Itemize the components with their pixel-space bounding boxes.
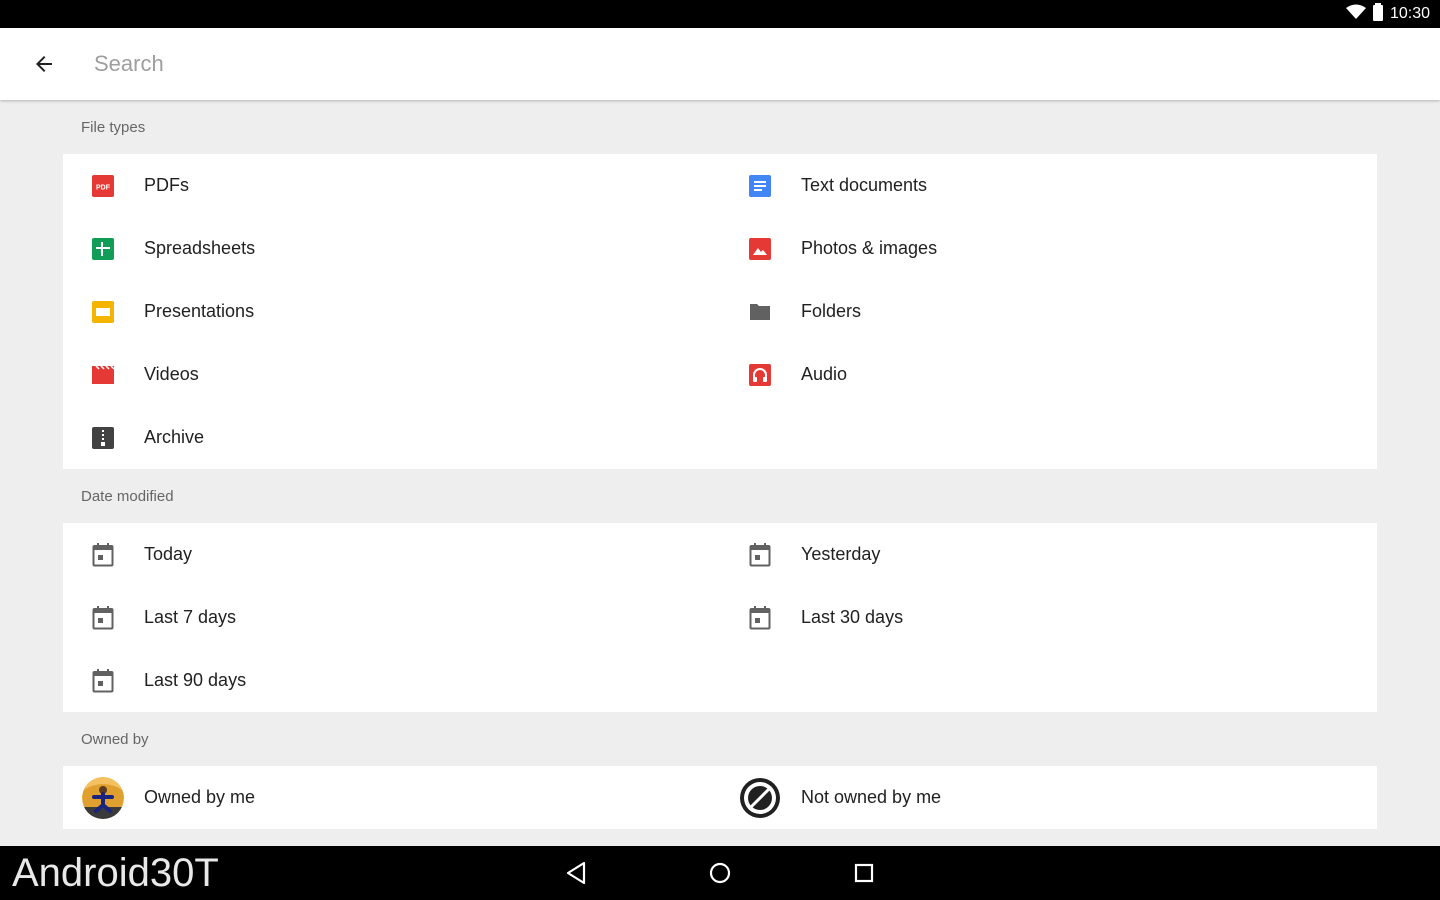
item-label: Photos & images	[801, 238, 938, 258]
watermark: Android30T	[12, 850, 219, 895]
item-label: Presentations	[144, 301, 255, 321]
item-label: Last 7 days	[144, 607, 237, 627]
date-modified-card: Today Yesterday Last 7 days Last 30 days…	[63, 523, 1377, 712]
nav-home-button[interactable]	[705, 858, 735, 888]
back-nav-icon	[566, 861, 586, 885]
item-label: Not owned by me	[801, 787, 942, 807]
recents-nav-icon	[854, 863, 874, 883]
battery-icon	[1372, 2, 1384, 26]
filter-videos[interactable]: Videos	[63, 343, 703, 406]
item-label: Last 90 days	[144, 670, 247, 690]
calendar-icon	[748, 605, 772, 630]
owned-by-card: Owned by me Not owned by me	[63, 766, 1377, 829]
sheet-icon	[91, 237, 115, 261]
item-label: Spreadsheets	[144, 238, 256, 258]
item-label: Archive	[144, 427, 205, 447]
calendar-icon	[91, 605, 115, 630]
item-label: Yesterday	[801, 544, 881, 564]
back-button[interactable]	[24, 44, 64, 84]
navigation-bar: Android30T	[0, 846, 1440, 900]
arrow-back-icon	[36, 56, 52, 72]
section-title-date-modified: Date modified	[81, 488, 174, 505]
video-icon	[91, 363, 115, 387]
section-title-owned-by: Owned by	[81, 731, 149, 748]
search-input[interactable]	[94, 46, 1394, 82]
filter-yesterday[interactable]: Yesterday	[720, 523, 1360, 586]
search-bar	[0, 28, 1440, 100]
filter-last-7-days[interactable]: Last 7 days	[63, 586, 703, 649]
filter-archive[interactable]: Archive	[63, 406, 703, 469]
section-title-file-types: File types	[81, 119, 146, 136]
filter-audio[interactable]: Audio	[720, 343, 1360, 406]
item-label: Owned by me	[144, 787, 256, 807]
filter-pdfs[interactable]: PDF PDFs	[63, 154, 703, 217]
svg-text:PDF: PDF	[96, 184, 111, 191]
calendar-icon	[748, 542, 772, 567]
filter-today[interactable]: Today	[63, 523, 703, 586]
home-nav-icon	[709, 862, 731, 884]
calendar-icon	[91, 542, 115, 567]
filter-folders[interactable]: Folders	[720, 280, 1360, 343]
filter-presentations[interactable]: Presentations	[63, 280, 703, 343]
pdf-icon: PDF	[91, 174, 115, 198]
filter-last-30-days[interactable]: Last 30 days	[720, 586, 1360, 649]
item-label: Audio	[801, 364, 848, 384]
nav-recents-button[interactable]	[849, 858, 879, 888]
item-label: PDFs	[144, 175, 189, 195]
nav-back-button[interactable]	[561, 858, 591, 888]
archive-icon	[91, 426, 115, 450]
status-icons: 10:30	[1345, 0, 1430, 28]
filter-text-documents[interactable]: Text documents	[720, 154, 1360, 217]
audio-icon	[748, 363, 772, 387]
status-time: 10:30	[1389, 5, 1430, 22]
filter-spreadsheets[interactable]: Spreadsheets	[63, 217, 703, 280]
folder-icon	[748, 300, 772, 324]
calendar-icon	[91, 668, 115, 693]
file-types-card: PDF PDFs Text documents Spreadsheets Pho…	[63, 154, 1377, 469]
slides-icon	[91, 300, 115, 324]
not-owned-avatar-icon	[739, 777, 781, 819]
wifi-icon	[1345, 4, 1366, 25]
status-bar: 10:30	[0, 0, 1440, 28]
item-label: Videos	[144, 364, 199, 384]
filter-photos-images[interactable]: Photos & images	[720, 217, 1360, 280]
user-avatar-icon	[82, 776, 124, 819]
item-label: Last 30 days	[801, 607, 904, 627]
filter-last-90-days[interactable]: Last 90 days	[63, 649, 703, 712]
image-icon	[748, 237, 772, 261]
filter-owned-by-me[interactable]: Owned by me	[63, 766, 703, 829]
item-label: Text documents	[801, 175, 928, 195]
filter-not-owned-by-me[interactable]: Not owned by me	[720, 766, 1360, 829]
doc-icon	[748, 174, 772, 198]
item-label: Folders	[801, 301, 862, 321]
item-label: Today	[144, 544, 193, 564]
